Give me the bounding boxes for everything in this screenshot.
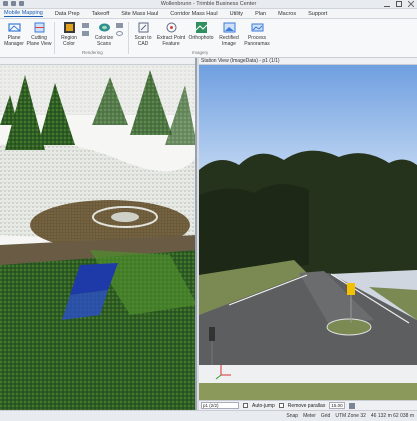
colorize-scans-icon (98, 23, 110, 32)
ribbon-separator (128, 22, 129, 54)
cutting-plane-view-button[interactable]: Cutting Plane View (26, 21, 52, 47)
region-color-button[interactable]: Region Color (56, 21, 82, 47)
window-controls (384, 0, 415, 8)
ribbon-group-rendering: Rendering (82, 50, 103, 55)
remove-parallax-checkbox[interactable] (278, 403, 284, 408)
window-title: Wollenbrunn - Trimble Business Center (160, 1, 257, 7)
menu-tab-support[interactable]: Support (308, 11, 327, 17)
menu-bar: Mobile Mapping Data Prep Takeoff Site Ma… (0, 9, 417, 19)
extract-point-icon (166, 22, 176, 33)
station-photo[interactable] (199, 65, 417, 400)
zone-indicator: UTM Zone 32 (335, 413, 366, 419)
extract-point-feature-button[interactable]: Extract Point Feature (156, 21, 186, 47)
orthophoto-button[interactable]: Orthophoto (188, 21, 214, 41)
menu-tab-utility[interactable]: Utility (230, 11, 243, 17)
traffic-sign (347, 283, 355, 295)
shading-icon[interactable] (82, 31, 89, 36)
dropdown-icon[interactable] (116, 31, 123, 36)
rectified-image-icon (223, 22, 235, 33)
menu-tab-takeoff[interactable]: Takeoff (92, 11, 110, 17)
plane-manager-icon (7, 23, 21, 32)
menu-tab-corridor-mass-haul[interactable]: Corridor Mass Haul (170, 11, 217, 17)
auto-jump-checkbox[interactable] (243, 403, 248, 408)
ribbon-group-imagery: Imagery (192, 50, 209, 55)
grid-indicator: Grid (320, 413, 331, 419)
point-cloud-view[interactable] (0, 58, 197, 410)
station-image-view[interactable]: Station View (ImageData) - p1 (1/1) p1 (… (199, 58, 417, 410)
process-panoramas-button[interactable]: Process Panoramas (242, 21, 272, 47)
menu-tab-macros[interactable]: Macros (278, 11, 296, 17)
snap-toggle[interactable]: Snap (286, 413, 298, 419)
colorize-scans-button[interactable]: Colorize Scans (91, 21, 117, 47)
scan-to-cad-icon (138, 22, 148, 33)
coordinates-readout: 46 132 m 62 038 m (370, 413, 414, 419)
parallax-field[interactable]: 15.00 (329, 402, 346, 409)
process-panoramas-icon (251, 23, 263, 32)
minimize-icon[interactable] (384, 1, 390, 7)
ribbon: Plane Manager Cutting Plane View Region … (0, 19, 417, 58)
station-select[interactable]: p1 (2/2) (201, 402, 239, 409)
menu-tab-site-mass-haul[interactable]: Site Mass Haul (121, 11, 158, 17)
status-bar: Snap Meter Grid UTM Zone 32 46 132 m 62 … (0, 410, 417, 421)
rendering-mini-controls (82, 23, 89, 36)
menu-tab-mobile-mapping[interactable]: Mobile Mapping (4, 10, 43, 17)
plane-manager-button[interactable]: Plane Manager (1, 21, 27, 47)
close-icon[interactable] (407, 0, 415, 8)
auto-jump-label: Auto-jump (252, 402, 275, 409)
point-cloud-render[interactable] (0, 65, 197, 410)
title-bar: Wollenbrunn - Trimble Business Center (0, 0, 417, 9)
ribbon-separator (54, 22, 55, 54)
menu-tab-data-prep[interactable]: Data Prep (55, 11, 80, 17)
maximize-icon[interactable] (396, 1, 402, 7)
rendering-extra-controls (116, 23, 123, 36)
rectified-image-button[interactable]: Rectified Image (216, 21, 242, 47)
image-view-toolbar: p1 (2/2) Auto-jump Remove parallax 15.00 (199, 400, 417, 410)
region-color-icon (63, 22, 75, 33)
cutting-plane-icon (34, 22, 44, 33)
units-indicator: Meter (303, 413, 316, 419)
scan-to-cad-button[interactable]: Scan to CAD (130, 21, 156, 47)
remove-parallax-label: Remove parallax (287, 402, 326, 409)
point-cloud-view-header (0, 58, 195, 65)
menu-tab-plan[interactable]: Plan (255, 11, 266, 17)
station-view-title: Station View (ImageData) - p1 (1/1) (199, 58, 417, 65)
point-size-icon[interactable] (82, 23, 89, 28)
palette-icon[interactable] (116, 23, 123, 28)
orthophoto-icon (195, 22, 207, 33)
image-settings-icon[interactable] (349, 402, 356, 409)
